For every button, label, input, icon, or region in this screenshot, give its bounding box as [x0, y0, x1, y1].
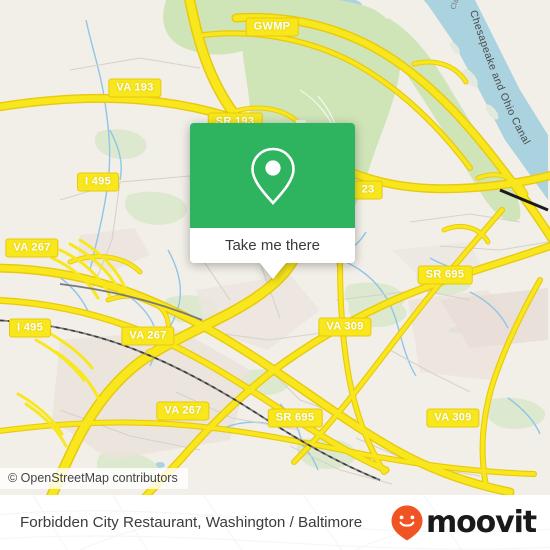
moovit-smiley-pin-icon — [391, 505, 423, 540]
road-shield-label: VA 267 — [121, 326, 175, 346]
road-shield-label: VA 193 — [108, 78, 162, 98]
road-shield-label: SR 695 — [267, 408, 323, 428]
road-shield-label: VA 309 — [318, 317, 372, 337]
moovit-brand[interactable]: moovit — [390, 504, 537, 542]
take-me-there-label: Take me there — [224, 237, 321, 254]
footer-bar: Forbidden City Restaurant, Washington / … — [0, 495, 550, 550]
map-attribution[interactable]: © OpenStreetMap contributors — [0, 468, 188, 489]
popup-pointer-tail — [258, 262, 287, 279]
popup-action-area[interactable]: Take me there — [190, 228, 355, 279]
road-shield-label: I 495 — [9, 318, 51, 338]
road-shield-label: VA 309 — [426, 408, 480, 428]
road-shield-label: GWMP — [245, 17, 299, 37]
road-shield-label: SR 695 — [417, 265, 473, 285]
road-shield-label: 23 — [353, 180, 383, 200]
destination-popup-card[interactable]: Take me there — [190, 123, 355, 279]
moovit-wordmark: moovit — [425, 504, 537, 540]
moovit-map-screenshot: Chesapeake and Ohio Canal Clara Barton P… — [0, 0, 550, 550]
road-shield-label: I 495 — [77, 172, 119, 192]
page-title: Forbidden City Restaurant, Washington / … — [20, 514, 363, 531]
popup-icon-area — [190, 123, 355, 228]
road-shield-label: VA 267 — [156, 401, 210, 421]
map-pin-icon — [250, 147, 295, 205]
road-shield-label: VA 267 — [5, 238, 59, 258]
